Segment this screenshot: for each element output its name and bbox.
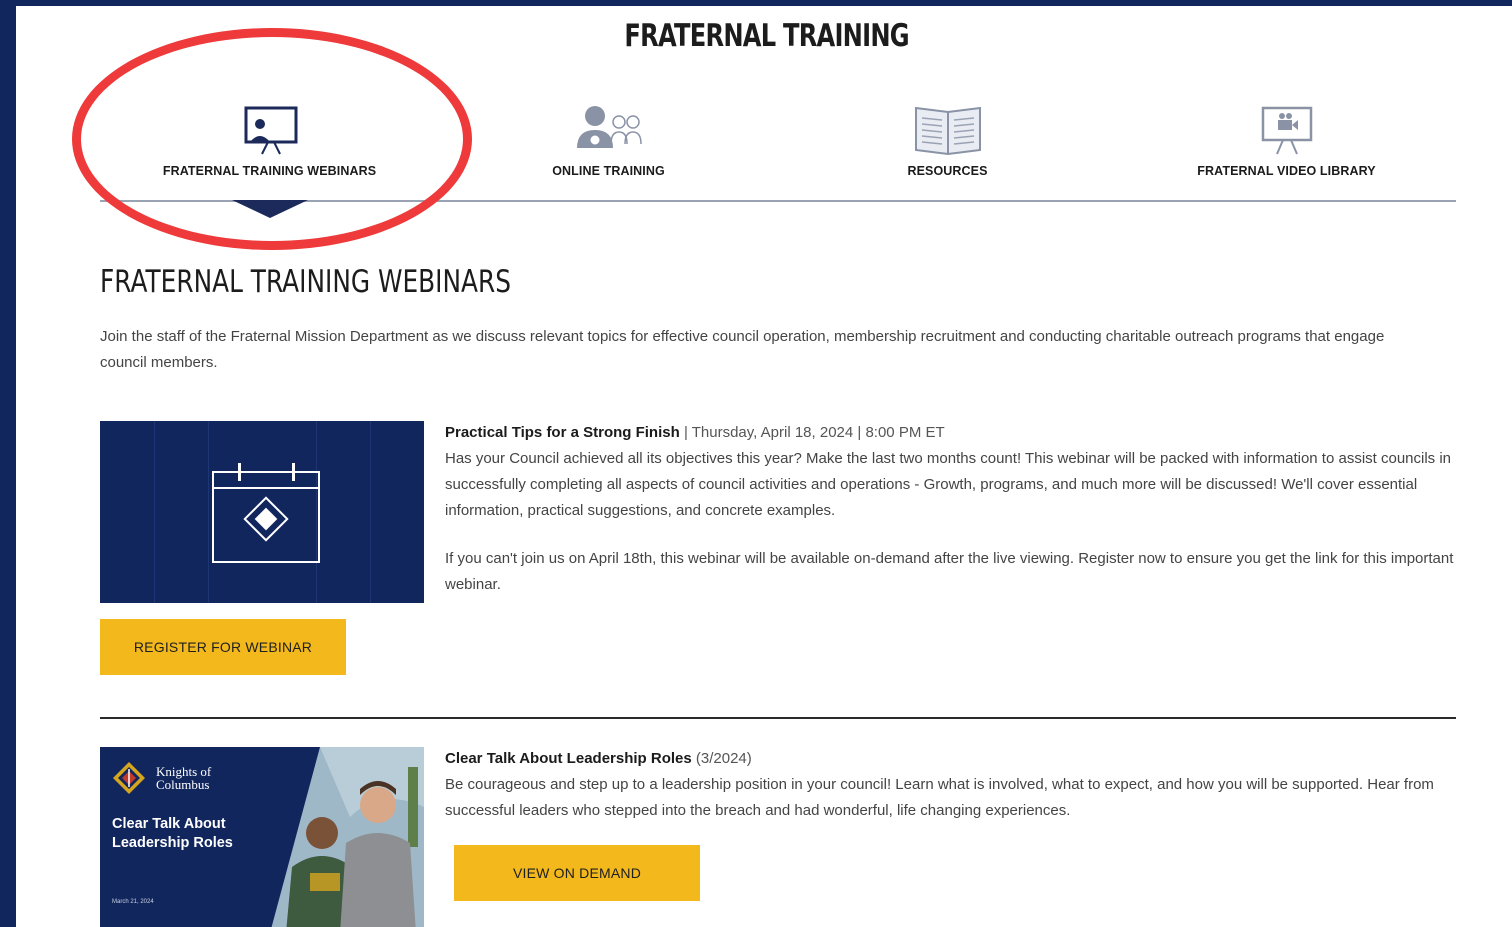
tab-label: ONLINE TRAINING xyxy=(552,164,665,178)
page: FRATERNAL TRAINING FRATERNAL TRAINING WE… xyxy=(16,6,1512,927)
thumbnail-title: Clear Talk About Leadership Roles xyxy=(112,816,233,851)
webinar-thumbnail: Knights of Columbus Clear Talk About Lea… xyxy=(100,747,424,927)
open-book-icon xyxy=(914,106,981,156)
tab-label: FRATERNAL VIDEO LIBRARY xyxy=(1197,164,1376,178)
webinar-title: Clear Talk About Leadership Roles xyxy=(445,750,692,767)
thumbnail-date: March 21, 2024 xyxy=(112,899,154,905)
tab-label: FRATERNAL TRAINING WEBINARS xyxy=(162,164,377,178)
people-group-icon xyxy=(576,106,642,148)
tab-resources[interactable]: RESOURCES xyxy=(778,94,1117,194)
register-for-webinar-button[interactable]: REGISTER FOR WEBINAR xyxy=(100,619,346,675)
tab-fraternal-training-webinars[interactable]: FRATERNAL TRAINING WEBINARS xyxy=(100,94,439,194)
tab-bar: FRATERNAL TRAINING WEBINARS ONLINE TRAIN… xyxy=(100,94,1456,202)
calendar-icon xyxy=(212,463,320,563)
section-intro: Join the staff of the Fraternal Mission … xyxy=(100,328,1385,371)
webinar-description: Has your Council achieved all its object… xyxy=(445,450,1452,519)
webinar-title: Practical Tips for a Strong Finish xyxy=(445,424,680,441)
tab-online-training[interactable]: ONLINE TRAINING xyxy=(439,94,778,194)
section-title: FRATERNAL TRAINING WEBINARS xyxy=(100,264,511,300)
video-screen-icon xyxy=(1261,106,1312,155)
leaders-photo xyxy=(271,747,424,927)
brand-name: Knights of Columbus xyxy=(156,764,212,792)
tab-label: RESOURCES xyxy=(907,164,988,178)
tab-fraternal-video-library[interactable]: FRATERNAL VIDEO LIBRARY xyxy=(1117,94,1456,194)
webinar-note: If you can't join us on April 18th, this… xyxy=(445,550,1454,593)
knights-of-columbus-logo-icon xyxy=(113,762,145,794)
webinar-date: (3/2024) xyxy=(691,750,752,767)
webinar-date: | Thursday, April 18, 2024 | 8:00 PM ET xyxy=(679,424,945,441)
webinar-thumbnail xyxy=(100,421,424,603)
page-title: FRATERNAL TRAINING xyxy=(624,18,909,54)
webinar-description: Be courageous and step up to a leadershi… xyxy=(445,776,1434,819)
active-tab-indicator xyxy=(232,200,308,218)
view-on-demand-button[interactable]: VIEW ON DEMAND xyxy=(454,845,700,901)
presentation-screen-icon xyxy=(244,106,297,155)
webinar-entry: Practical Tips for a Strong Finish | Thu… xyxy=(445,420,1455,598)
divider xyxy=(100,717,1456,719)
webinar-entry: Clear Talk About Leadership Roles (3/202… xyxy=(445,746,1455,824)
